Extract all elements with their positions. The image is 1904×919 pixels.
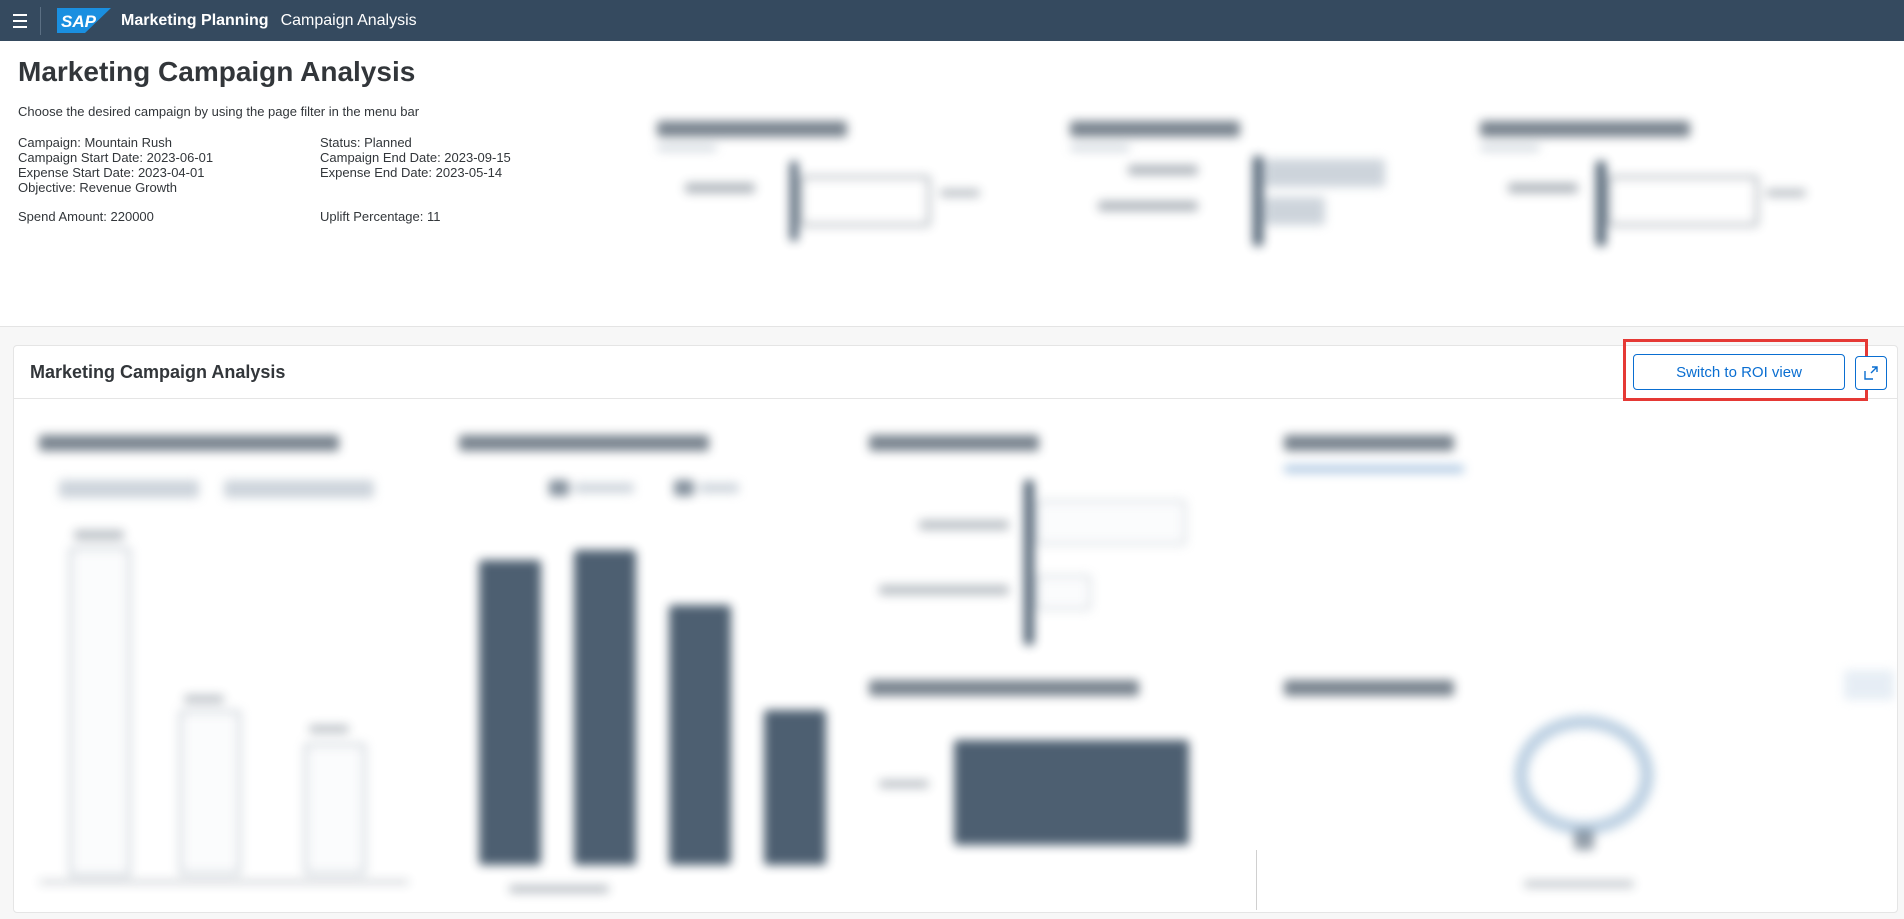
- blurred-kpi-chart-3: [1478, 121, 1858, 321]
- objective: Objective: Revenue Growth: [18, 180, 177, 195]
- status: Status: Planned: [320, 135, 412, 150]
- sap-logo[interactable]: SAP: [57, 8, 111, 33]
- instruction-text: Choose the desired campaign by using the…: [18, 104, 420, 119]
- campaign-name: Campaign: Mountain Rush: [18, 135, 172, 150]
- card-title: Marketing Campaign Analysis: [30, 362, 286, 382]
- hamburger-icon: [13, 12, 27, 30]
- card-header: Marketing Campaign Analysis Switch to RO…: [14, 339, 1897, 401]
- blurred-chart-1: [29, 425, 419, 905]
- app-subtitle: Campaign Analysis: [280, 11, 417, 29]
- card-body: [14, 400, 1897, 914]
- column-divider: [1256, 850, 1257, 910]
- switch-to-roi-button[interactable]: Switch to ROI view: [1633, 354, 1845, 390]
- campaign-info-left: Campaign: Mountain Rush Campaign Start D…: [18, 135, 213, 195]
- blurred-chart-3: [859, 425, 1249, 675]
- blurred-chart-6: [1274, 670, 1894, 910]
- uplift-percentage: Uplift Percentage: 11: [320, 209, 441, 224]
- campaign-info-right: Status: Planned Campaign End Date: 2023-…: [320, 135, 511, 180]
- menu-button[interactable]: [0, 0, 40, 41]
- spend-amount: Spend Amount: 220000: [18, 209, 154, 224]
- header-section: Marketing Campaign Analysis Choose the d…: [0, 41, 1904, 326]
- shell-divider: [40, 6, 41, 35]
- campaign-end-date: Campaign End Date: 2023-09-15: [320, 150, 511, 165]
- shell-bar: SAP Marketing Planning Campaign Analysis: [0, 0, 1904, 41]
- blurred-kpi-chart-2: [1068, 121, 1448, 321]
- expand-button[interactable]: [1855, 356, 1887, 390]
- blurred-chart-5: [1274, 425, 1574, 505]
- blurred-chart-4: [859, 670, 1249, 910]
- expand-icon: [1864, 366, 1878, 380]
- analysis-card: Marketing Campaign Analysis Switch to RO…: [13, 339, 1898, 914]
- expense-end-date: Expense End Date: 2023-05-14: [320, 165, 503, 180]
- app-title[interactable]: Marketing Planning: [121, 12, 269, 30]
- campaign-start-date: Campaign Start Date: 2023-06-01: [18, 150, 214, 165]
- blurred-chart-2: [449, 425, 839, 905]
- logo-text: SAP: [61, 12, 97, 31]
- page-title: Marketing Campaign Analysis: [18, 56, 416, 87]
- blurred-kpi-chart-1: [655, 121, 1035, 321]
- expense-start-date: Expense Start Date: 2023-04-01: [18, 165, 205, 180]
